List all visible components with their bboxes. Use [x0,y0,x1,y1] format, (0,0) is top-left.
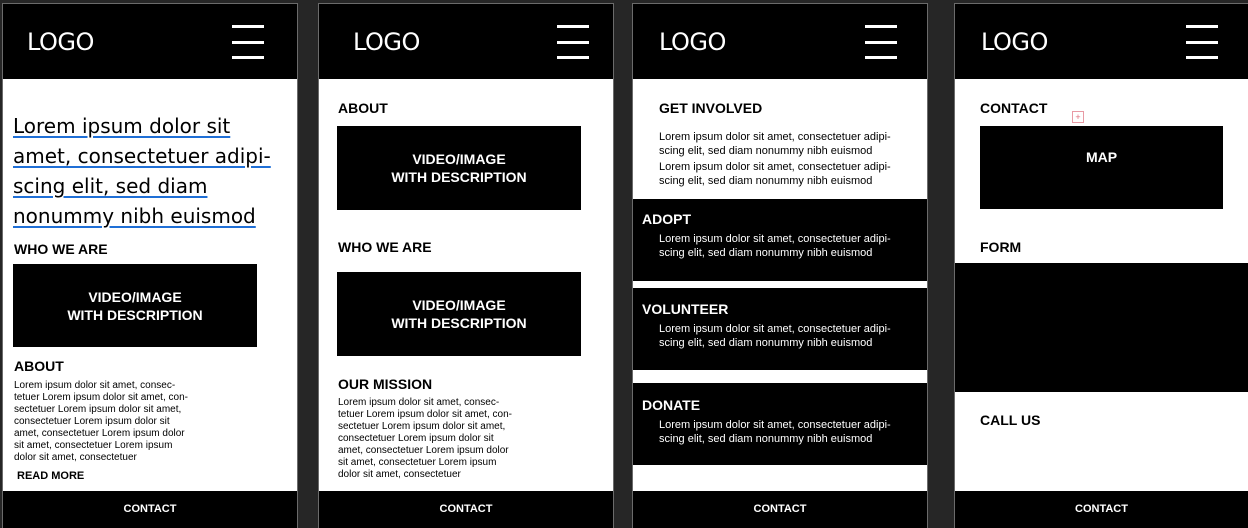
video-image-placeholder[interactable]: VIDEO/IMAGE WITH DESCRIPTION [337,272,581,356]
mission-text-line: amet, consectetuer Lorem ipsum dolor [338,445,509,456]
donate-heading: DONATE [642,397,701,413]
mission-text-line: sectetuer Lorem ipsum dolor sit amet, [338,421,506,432]
our-mission-heading: OUR MISSION [338,376,433,392]
hamburger-menu-icon[interactable] [865,25,897,59]
mission-text-line: sit amet, consectetuer Lorem ipsum [338,457,497,468]
mission-text-line: tetuer Lorem ipsum dolor sit amet, con- [338,409,512,420]
mission-text-line: dolor sit amet, consectetuer [338,469,461,480]
header: LOGO [3,4,297,79]
hamburger-menu-icon[interactable] [1186,25,1218,59]
who-we-are-heading: WHO WE ARE [14,241,108,257]
video-description: WITH DESCRIPTION [391,315,527,331]
call-us-heading: CALL US [980,412,1041,428]
hero-line: nonummy nibh euismod [13,204,256,228]
form-heading: FORM [980,239,1022,255]
hero-headline: Lorem ipsum dolor sit amet, consectetuer… [13,111,293,231]
form-placeholder[interactable] [955,263,1248,392]
about-heading: ABOUT [338,100,388,116]
donate-text-line: Lorem ipsum dolor sit amet, consectetuer… [659,419,891,431]
get-involved-text-line: scing elit, sed diam nonummy nibh euismo… [659,145,873,157]
logo[interactable]: LOGO [981,28,1048,56]
header: LOGO [955,4,1248,79]
logo[interactable]: LOGO [659,28,726,56]
mobile-screen-contact: LOGO CONTACT + MAP FORM CALL US CONTACT [954,3,1248,528]
video-label: VIDEO/IMAGE [88,288,182,305]
volunteer-text-line: Lorem ipsum dolor sit amet, consectetuer… [659,323,891,335]
contact-heading: CONTACT [980,100,1048,116]
footer-contact-button[interactable]: CONTACT [955,491,1248,528]
header: LOGO [319,4,613,79]
hero-line: Lorem ipsum dolor sit [13,114,231,138]
footer-contact-button[interactable]: CONTACT [3,491,297,528]
get-involved-text-line: Lorem ipsum dolor sit amet, consectetuer… [659,161,891,173]
about-text-line: sit amet, consectetuer Lorem ipsum [14,440,173,451]
get-involved-text-line: Lorem ipsum dolor sit amet, consectetuer… [659,131,891,143]
video-label: VIDEO/IMAGE [412,151,506,167]
logo[interactable]: LOGO [27,28,94,56]
logo[interactable]: LOGO [353,28,420,56]
adopt-heading: ADOPT [642,211,691,227]
video-image-placeholder[interactable]: VIDEO/IMAGE WITH DESCRIPTION [337,126,581,210]
volunteer-heading: VOLUNTEER [642,301,729,317]
mission-text-line: Lorem ipsum dolor sit amet, consec- [338,397,500,408]
mobile-screen-get-involved: LOGO GET INVOLVED Lorem ipsum dolor sit … [632,3,928,528]
hamburger-menu-icon[interactable] [557,25,589,59]
map-placeholder[interactable]: MAP [980,126,1223,209]
adopt-section[interactable]: ADOPT Lorem ipsum dolor sit amet, consec… [633,199,927,281]
video-description: WITH DESCRIPTION [67,306,203,323]
footer-contact-button[interactable]: CONTACT [633,491,927,528]
mobile-screen-about: LOGO ABOUT VIDEO/IMAGE WITH DESCRIPTION … [318,3,614,528]
about-text-line: sectetuer Lorem ipsum dolor sit amet, [14,404,182,415]
about-text-line: dolor sit amet, consectetuer [14,452,137,463]
header: LOGO [633,4,927,79]
mission-text-line: consectetuer Lorem ipsum dolor sit [338,433,494,444]
about-text-line: consectetuer Lorem ipsum dolor sit [14,416,170,427]
about-text-line: tetuer Lorem ipsum dolor sit amet, con- [14,392,188,403]
hamburger-menu-icon[interactable] [232,25,264,59]
video-image-placeholder[interactable]: VIDEO/IMAGE WITH DESCRIPTION [13,264,257,347]
mobile-screen-home: LOGO Lorem ipsum dolor sit amet, consect… [2,3,298,528]
footer-contact-button[interactable]: CONTACT [319,491,613,528]
donate-text-line: scing elit, sed diam nonummy nibh euismo… [659,433,873,445]
adopt-text-line: scing elit, sed diam nonummy nibh euismo… [659,247,873,259]
volunteer-section[interactable]: VOLUNTEER Lorem ipsum dolor sit amet, co… [633,288,927,370]
hero-line: scing elit, sed diam [13,174,208,198]
hero-line: amet, consectetuer adipi- [13,144,271,168]
who-we-are-heading: WHO WE ARE [338,239,432,255]
about-heading: ABOUT [14,358,64,374]
map-label: MAP [1085,149,1118,165]
volunteer-text-line: scing elit, sed diam nonummy nibh euismo… [659,337,873,349]
video-label: VIDEO/IMAGE [412,297,506,313]
about-text-line: Lorem ipsum dolor sit amet, consec- [14,380,176,391]
video-description: WITH DESCRIPTION [391,169,527,185]
get-involved-heading: GET INVOLVED [659,100,763,116]
read-more-link[interactable]: READ MORE [17,470,84,482]
about-text-line: amet, consectetuer Lorem ipsum dolor [14,428,185,439]
adopt-text-line: Lorem ipsum dolor sit amet, consectetuer… [659,233,891,245]
get-involved-text-line: scing elit, sed diam nonummy nibh euismo… [659,175,873,187]
donate-section[interactable]: DONATE Lorem ipsum dolor sit amet, conse… [633,383,927,465]
plus-icon: + [1072,111,1084,123]
